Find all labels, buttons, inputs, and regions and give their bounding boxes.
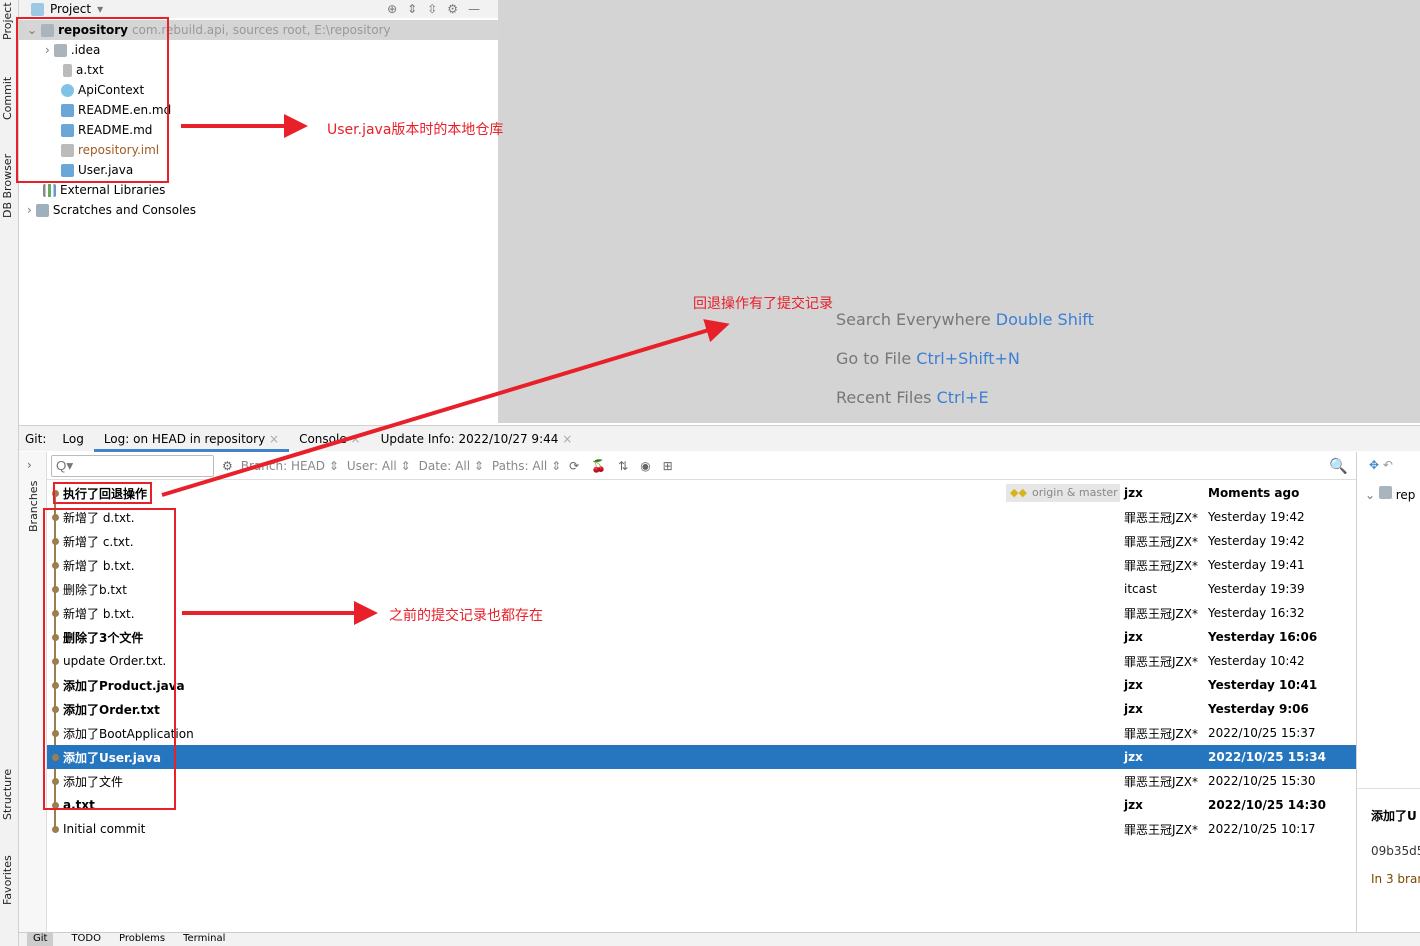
annotation-arrows: [161, 114, 730, 625]
arrow-to-revert-note: [161, 319, 730, 497]
